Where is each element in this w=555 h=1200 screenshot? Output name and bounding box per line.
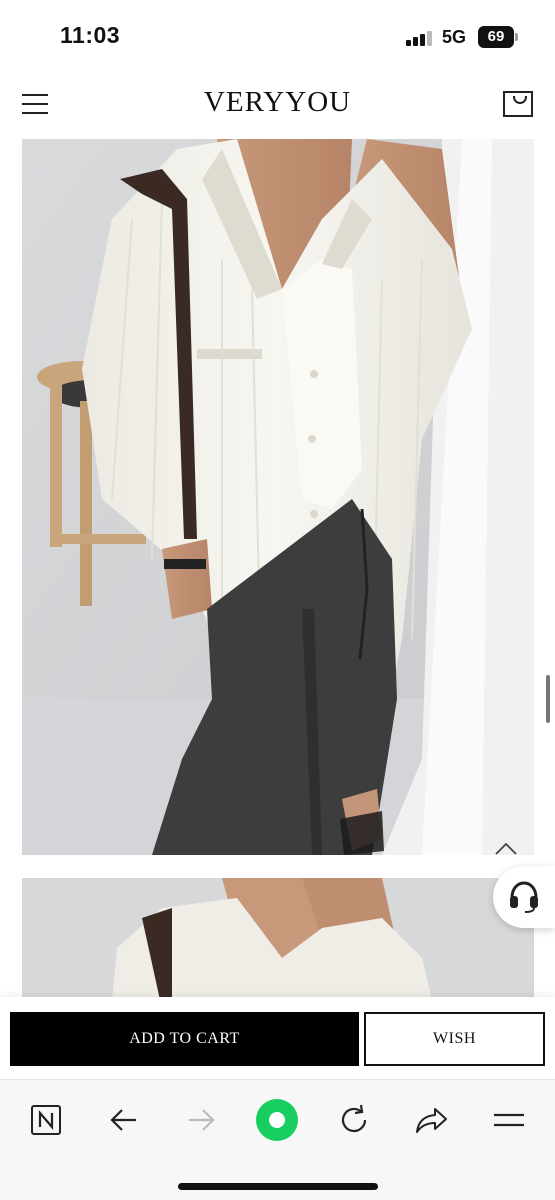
headset-icon: [510, 881, 538, 913]
network-type: 5G: [442, 27, 467, 47]
purchase-action-bar: ADD TO CART WISH: [0, 997, 555, 1079]
back-arrow-icon[interactable]: [102, 1098, 146, 1142]
scroll-indicator[interactable]: [546, 675, 550, 723]
share-icon[interactable]: [409, 1098, 453, 1142]
home-indicator[interactable]: [178, 1183, 378, 1190]
reload-icon[interactable]: [332, 1098, 376, 1142]
battery-icon: 69: [478, 26, 518, 48]
battery-level: 69: [478, 26, 514, 48]
status-bar: 11:03 5G 69: [0, 0, 555, 72]
shopping-bag-icon[interactable]: [503, 91, 533, 117]
brand-logo[interactable]: VERYYOU: [0, 86, 555, 119]
green-circle-home-icon[interactable]: [255, 1098, 299, 1142]
naver-n-icon[interactable]: [24, 1098, 68, 1142]
customer-support-button[interactable]: [493, 866, 555, 928]
signal-strength-icon: [406, 31, 434, 46]
chevron-up-icon[interactable]: [494, 838, 518, 858]
forward-arrow-icon[interactable]: [179, 1098, 223, 1142]
browser-navigation-bar: [0, 1079, 555, 1200]
site-header: VERYYOU: [0, 72, 555, 136]
wish-button[interactable]: WISH: [364, 1012, 545, 1066]
product-image-secondary: [22, 878, 534, 1000]
add-to-cart-button[interactable]: ADD TO CART: [10, 1012, 359, 1066]
menu-lines-icon[interactable]: [487, 1098, 531, 1142]
status-time: 11:03: [60, 22, 121, 48]
product-image-main: [22, 139, 534, 855]
